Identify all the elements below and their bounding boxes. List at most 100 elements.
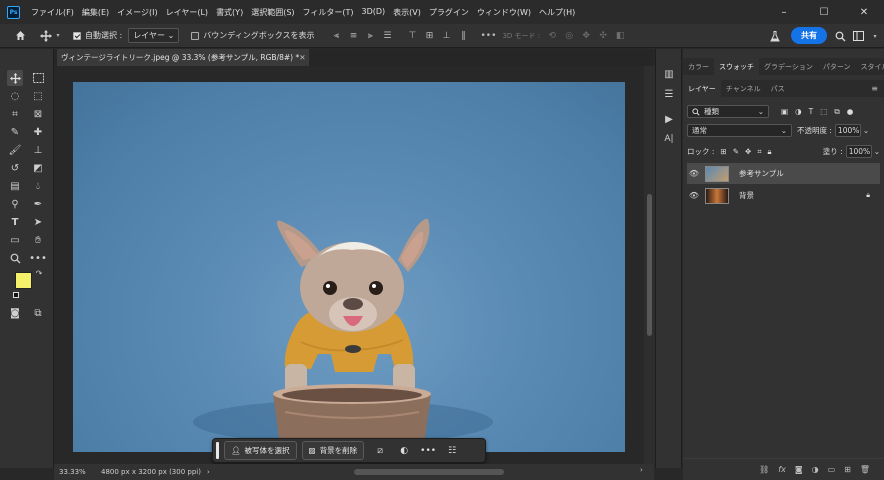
- move-tool-icon[interactable]: [7, 70, 23, 86]
- distribute-v-icon[interactable]: ‖: [457, 30, 469, 42]
- zoom-tool-icon[interactable]: [7, 250, 23, 266]
- menu-image[interactable]: イメージ(I): [113, 7, 161, 18]
- play-actions-icon[interactable]: ▶: [661, 111, 677, 127]
- menu-type[interactable]: 書式(Y): [212, 7, 247, 18]
- tab-layers[interactable]: レイヤー: [683, 80, 721, 97]
- home-icon[interactable]: [14, 30, 26, 42]
- new-layer-icon[interactable]: ⊞: [844, 465, 851, 474]
- new-group-icon[interactable]: ▭: [828, 465, 836, 474]
- menu-3d[interactable]: 3D(D): [358, 7, 390, 18]
- gradient-tool-icon[interactable]: ▤: [7, 178, 23, 194]
- more-options-icon[interactable]: •••: [481, 30, 497, 42]
- tab-color[interactable]: カラー: [683, 58, 714, 75]
- layer-name[interactable]: 背景: [739, 190, 754, 201]
- scroll-right-icon[interactable]: ›: [640, 466, 643, 474]
- path-select-tool-icon[interactable]: ➤: [30, 214, 46, 230]
- menu-help[interactable]: ヘルプ(H): [535, 7, 579, 18]
- chevron-down-icon[interactable]: ▾: [869, 30, 881, 42]
- tab-swatches[interactable]: スウォッチ: [714, 58, 759, 75]
- filter-smart-object-icon[interactable]: ⧉: [834, 107, 839, 117]
- 3d-roll-icon[interactable]: ◎: [563, 30, 575, 42]
- layer-name[interactable]: 参考サンプル: [739, 168, 784, 179]
- tab-styles[interactable]: スタイル: [856, 58, 884, 75]
- crop-tool-icon[interactable]: ⌗: [7, 106, 23, 122]
- frame-tool-icon[interactable]: ⊠: [30, 106, 46, 122]
- tab-channels[interactable]: チャンネル: [721, 80, 766, 97]
- stamp-tool-icon[interactable]: ⊥: [30, 142, 46, 158]
- search-icon[interactable]: [834, 30, 846, 42]
- more-options-icon[interactable]: •••: [420, 443, 436, 459]
- marquee-tool-icon[interactable]: [30, 70, 46, 86]
- quick-mask-icon[interactable]: ◙: [7, 305, 23, 321]
- align-bottom-icon[interactable]: ⊥: [440, 30, 452, 42]
- blur-tool-icon[interactable]: 💧︎: [30, 178, 46, 194]
- eyedropper-tool-icon[interactable]: ✎: [7, 124, 23, 140]
- align-top-icon[interactable]: ⊤: [406, 30, 418, 42]
- eraser-tool-icon[interactable]: ◩: [30, 160, 46, 176]
- document-canvas-photo[interactable]: [73, 82, 625, 452]
- align-hcenter-icon[interactable]: ≡: [347, 30, 359, 42]
- menu-select[interactable]: 選択範囲(S): [247, 7, 298, 18]
- workspace-icon[interactable]: [852, 30, 864, 42]
- minimize-button[interactable]: –: [764, 0, 804, 24]
- link-layers-icon[interactable]: ⛓︎: [759, 465, 769, 474]
- vertical-scrollbar-thumb[interactable]: [647, 194, 652, 336]
- chevron-down-icon[interactable]: ⌄: [863, 126, 869, 135]
- canvas-area[interactable]: [54, 66, 644, 464]
- vertical-scrollbar[interactable]: [644, 66, 655, 464]
- character-icon[interactable]: A|: [661, 131, 677, 147]
- layer-filter-dropdown[interactable]: 種類 ⌄: [687, 105, 769, 118]
- add-mask-icon[interactable]: ◙: [795, 465, 803, 474]
- rectangle-tool-icon[interactable]: ▭: [7, 232, 23, 248]
- chevron-down-icon[interactable]: ⌄: [874, 147, 880, 156]
- visibility-eye-icon[interactable]: 👁︎: [687, 169, 701, 178]
- type-tool-icon[interactable]: T: [7, 214, 23, 230]
- filter-shape-icon[interactable]: ⬚: [820, 107, 827, 116]
- hand-tool-icon[interactable]: ✋︎: [30, 232, 46, 248]
- chevron-right-icon[interactable]: ›: [207, 468, 210, 476]
- 3d-rotate-icon[interactable]: ⟲: [546, 30, 558, 42]
- blend-mode-dropdown[interactable]: 通常 ⌄: [687, 124, 792, 137]
- lasso-tool-icon[interactable]: ◌: [7, 88, 23, 104]
- photoshop-logo[interactable]: Ps: [7, 5, 20, 19]
- history-brush-icon[interactable]: ↺: [7, 160, 23, 176]
- default-colors-icon[interactable]: [13, 292, 19, 298]
- fx-icon[interactable]: fx: [778, 465, 786, 474]
- menu-file[interactable]: ファイル(F): [27, 7, 78, 18]
- dodge-tool-icon[interactable]: ⚲: [7, 196, 23, 212]
- layer-row[interactable]: 👁︎ 背景 🔒︎: [687, 185, 880, 206]
- chevron-down-icon[interactable]: ▾: [52, 30, 64, 42]
- lock-all-icon[interactable]: 🔒︎: [768, 147, 772, 157]
- trash-icon[interactable]: 🗑︎: [860, 465, 870, 474]
- taskbar-drag-handle[interactable]: [216, 442, 219, 459]
- close-window-button[interactable]: ✕: [844, 0, 884, 24]
- auto-select-target-dropdown[interactable]: レイヤー ⌄: [128, 28, 180, 43]
- menu-filter[interactable]: フィルター(T): [299, 7, 358, 18]
- fill-input[interactable]: 100%: [845, 145, 872, 158]
- remove-background-button[interactable]: ▨ 背景を削除: [301, 441, 365, 460]
- align-right-icon[interactable]: ⫸: [364, 30, 376, 42]
- filter-type-icon[interactable]: T: [809, 107, 814, 116]
- maximize-button[interactable]: ☐: [804, 0, 844, 24]
- 3d-pan-icon[interactable]: ✥: [580, 30, 592, 42]
- distribute-icon[interactable]: ☰: [381, 30, 393, 42]
- tab-gradients[interactable]: グラデーション: [759, 58, 818, 75]
- auto-select-checkbox[interactable]: [73, 31, 81, 40]
- foreground-color-swatch[interactable]: [15, 272, 32, 289]
- lock-pixels-icon[interactable]: ✎: [733, 147, 739, 156]
- close-icon[interactable]: ✕: [299, 53, 305, 62]
- auto-select-option[interactable]: 自動選択 : レイヤー ⌄: [73, 28, 180, 43]
- visibility-eye-icon[interactable]: 👁︎: [687, 191, 701, 200]
- filter-adjustment-icon[interactable]: ◑: [795, 107, 802, 116]
- settings-sliders-icon[interactable]: ☷: [444, 443, 460, 459]
- panel-menu-icon[interactable]: ≡: [871, 84, 878, 93]
- swap-colors-icon[interactable]: ↷: [34, 268, 44, 278]
- healing-brush-icon[interactable]: ✚: [30, 124, 46, 140]
- adjustment-layer-icon[interactable]: ◑: [812, 465, 819, 474]
- 3d-scale-icon[interactable]: ◧: [614, 30, 626, 42]
- tab-patterns[interactable]: パターン: [818, 58, 856, 75]
- 3d-slide-icon[interactable]: ✣: [597, 30, 609, 42]
- object-select-tool-icon[interactable]: ⬚: [30, 88, 46, 104]
- menu-window[interactable]: ウィンドウ(W): [473, 7, 535, 18]
- bbox-checkbox[interactable]: [191, 31, 200, 40]
